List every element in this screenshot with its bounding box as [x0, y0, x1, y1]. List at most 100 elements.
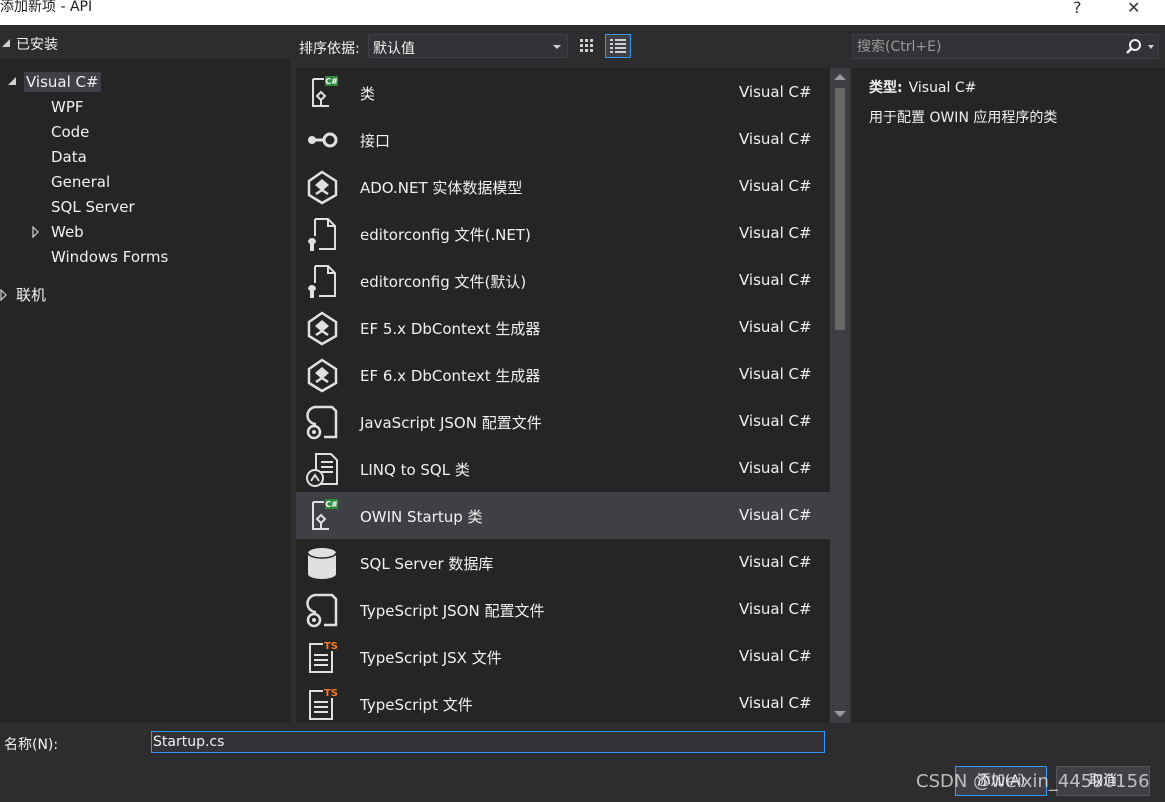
tree-item-wpf[interactable]: WPF: [51, 97, 84, 117]
template-name: TypeScript 文件: [360, 696, 473, 714]
template-name: TypeScript JSON 配置文件: [360, 602, 545, 620]
chevron-down-icon: [553, 45, 561, 49]
template-list-item[interactable]: LINQ to SQL 类 Visual C#: [296, 445, 830, 492]
search-options-chevron-icon[interactable]: [1148, 45, 1154, 49]
name-input[interactable]: [151, 731, 825, 753]
linq-icon: [304, 451, 340, 487]
template-list-item[interactable]: editorconfig 文件(.NET) Visual C#: [296, 210, 830, 257]
template-list-item[interactable]: TypeScript JSON 配置文件 Visual C#: [296, 586, 830, 633]
search-icon[interactable]: [1125, 38, 1143, 56]
entity-model-icon: [304, 357, 340, 393]
template-language: Visual C#: [739, 365, 812, 383]
template-language: Visual C#: [739, 318, 812, 336]
installed-label: 已安装: [16, 37, 58, 53]
template-language: Visual C#: [739, 553, 812, 571]
svg-text:TS: TS: [324, 641, 338, 652]
svg-text:C#: C#: [325, 77, 338, 86]
template-name: editorconfig 文件(.NET): [360, 226, 531, 244]
svg-text:TS: TS: [324, 688, 338, 699]
template-name: EF 5.x DbContext 生成器: [360, 320, 541, 338]
list-view-button[interactable]: [605, 34, 631, 58]
sort-label: 排序依据:: [299, 41, 360, 57]
online-expand-icon[interactable]: [0, 289, 8, 301]
svg-text:C#: C#: [325, 500, 338, 509]
template-language: Visual C#: [739, 459, 812, 477]
template-language: Visual C#: [739, 506, 812, 524]
details-type-label: 类型:: [869, 80, 903, 96]
template-list-item[interactable]: JavaScript JSON 配置文件 Visual C#: [296, 398, 830, 445]
template-name: JavaScript JSON 配置文件: [360, 414, 542, 432]
template-language: Visual C#: [739, 83, 812, 101]
title-bar: 添加新项 - API ? ✕: [0, 0, 1165, 25]
template-language: Visual C#: [739, 647, 812, 665]
tree-item-data[interactable]: Data: [51, 147, 87, 167]
cancel-button[interactable]: 取消: [1056, 766, 1150, 796]
template-list-item[interactable]: ADO.NET 实体数据模型 Visual C#: [296, 163, 830, 210]
csharp-class-icon: C#: [304, 75, 340, 111]
close-button[interactable]: ✕: [1127, 0, 1140, 17]
template-name: OWIN Startup 类: [360, 508, 483, 526]
search-input[interactable]: [857, 37, 1117, 57]
entity-model-icon: [304, 169, 340, 205]
template-language: Visual C#: [739, 224, 812, 242]
tree-item-web[interactable]: Web: [51, 222, 84, 242]
template-list-item[interactable]: SQL Server 数据库 Visual C#: [296, 539, 830, 586]
web-expand-icon[interactable]: [32, 226, 40, 238]
template-name: 类: [360, 85, 376, 103]
template-list-item[interactable]: editorconfig 文件(默认) Visual C#: [296, 257, 830, 304]
template-name: ADO.NET 实体数据模型: [360, 179, 523, 197]
template-list-scrollbar[interactable]: [830, 68, 850, 723]
scroll-up-arrow-icon[interactable]: [834, 74, 846, 80]
template-name: LINQ to SQL 类: [360, 461, 470, 479]
database-icon: [304, 545, 340, 581]
template-name: EF 6.x DbContext 生成器: [360, 367, 541, 385]
typescript-file-icon: TS: [304, 639, 340, 675]
tree-item-windows-forms[interactable]: Windows Forms: [51, 247, 168, 267]
template-list-item[interactable]: EF 6.x DbContext 生成器 Visual C#: [296, 351, 830, 398]
json-config-icon: [304, 592, 340, 628]
details-type: 类型: Visual C#: [869, 77, 976, 97]
grid-view-icon: [580, 39, 593, 52]
installed-collapse-icon[interactable]: [2, 39, 10, 47]
template-list-item[interactable]: TS TypeScript JSX 文件 Visual C#: [296, 633, 830, 680]
tree-item-general[interactable]: General: [51, 172, 110, 192]
scroll-down-arrow-icon[interactable]: [834, 711, 846, 717]
template-list-item[interactable]: EF 5.x DbContext 生成器 Visual C#: [296, 304, 830, 351]
template-name: editorconfig 文件(默认): [360, 273, 527, 291]
help-button[interactable]: ?: [1073, 0, 1082, 17]
tree-item-sql-server[interactable]: SQL Server: [51, 197, 135, 217]
visual-csharp-expand-icon[interactable]: [8, 77, 16, 85]
template-list-item[interactable]: TS TypeScript 文件 Visual C#: [296, 680, 830, 723]
details-description: 用于配置 OWIN 应用程序的类: [869, 110, 1058, 126]
details-panel: 类型: Visual C# 用于配置 OWIN 应用程序的类: [852, 68, 1165, 723]
tree-header-installed[interactable]: 已安装: [0, 25, 290, 59]
template-list-item[interactable]: 接口 Visual C#: [296, 116, 830, 163]
template-name: 接口: [360, 132, 391, 150]
template-language: Visual C#: [739, 271, 812, 289]
details-type-value: Visual C#: [908, 80, 977, 96]
json-config-icon: [304, 404, 340, 440]
name-label: 名称(N):: [4, 737, 59, 753]
list-view-icon: [610, 39, 626, 53]
tree-item-code[interactable]: Code: [51, 122, 89, 142]
config-file-icon: [304, 263, 340, 299]
sort-dropdown[interactable]: 默认值: [368, 34, 568, 58]
template-list-item[interactable]: C# OWIN Startup 类 Visual C#: [296, 492, 830, 539]
tree-item-online[interactable]: 联机: [16, 285, 46, 305]
config-file-icon: [304, 216, 340, 252]
medium-icons-view-button[interactable]: [575, 34, 601, 58]
typescript-file-icon: TS: [304, 686, 340, 722]
template-language: Visual C#: [739, 130, 812, 148]
entity-model-icon: [304, 310, 340, 346]
template-list: C# 类 Visual C# 接口 Visual C# ADO.NET 实体数据模型 Vis…: [296, 68, 830, 723]
window-title: 添加新项 - API: [0, 0, 93, 15]
template-language: Visual C#: [739, 694, 812, 712]
add-button[interactable]: 添加(A): [955, 766, 1047, 796]
template-list-item[interactable]: C# 类 Visual C#: [296, 69, 830, 116]
tree-item-visual-csharp[interactable]: Visual C#: [24, 72, 101, 92]
template-name: SQL Server 数据库: [360, 555, 494, 573]
interface-icon: [304, 122, 340, 158]
template-category-tree: 已安装 Visual C# WPF Code Data General SQL …: [0, 25, 290, 723]
scrollbar-thumb[interactable]: [835, 88, 845, 330]
sort-value: 默认值: [373, 41, 415, 57]
